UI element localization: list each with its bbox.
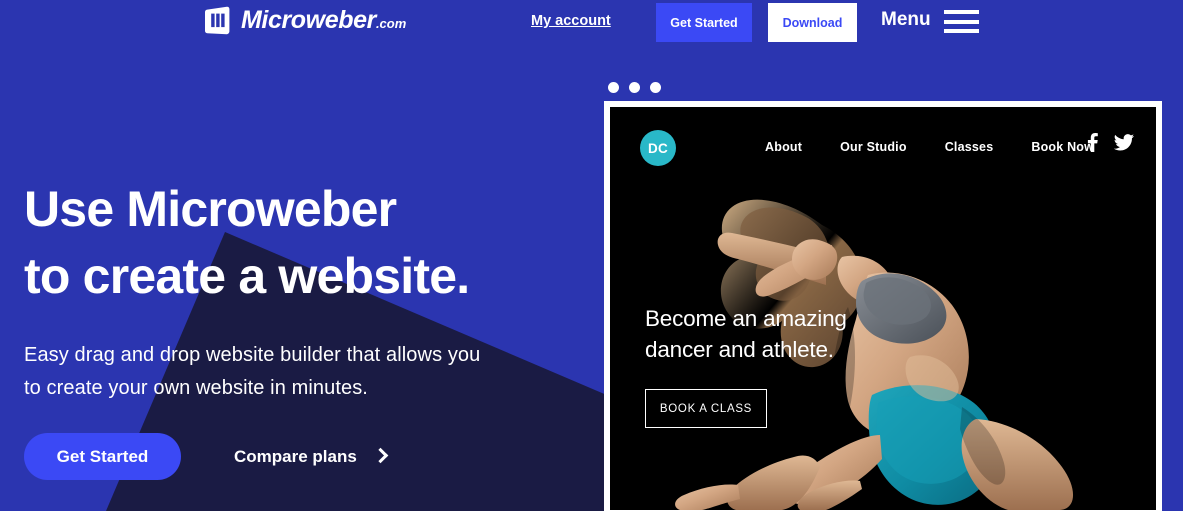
facebook-icon[interactable] [1087, 133, 1098, 152]
nav-download-button[interactable]: Download [768, 3, 857, 42]
hero-title-line-1: Use Microweber [24, 181, 397, 237]
preview-frame: DC About Our Studio Classes Book Now Bec… [604, 101, 1162, 511]
hamburger-bar [944, 10, 979, 14]
website-preview-panel: DC About Our Studio Classes Book Now Bec… [604, 82, 1162, 511]
preview-viewport: DC About Our Studio Classes Book Now Bec… [610, 107, 1156, 510]
preview-nav-item-classes[interactable]: Classes [945, 140, 994, 154]
nav-menu-label[interactable]: Menu [881, 9, 931, 31]
preview-social-links [1087, 133, 1134, 152]
hero-actions: Get Started Compare plans [24, 433, 599, 480]
hero-title-line-2: to create a website. [24, 247, 470, 304]
chevron-right-icon [372, 447, 389, 464]
preview-site-logo[interactable]: DC [640, 130, 676, 166]
hero-subtitle-line-2: to create your own website in minutes. [24, 377, 368, 399]
preview-hero-title-line-1: Become an amazing [645, 306, 847, 331]
preview-book-a-class-button[interactable]: BOOK A CLASS [645, 389, 767, 429]
hamburger-bar [944, 29, 979, 33]
top-navigation-bar: Microweber.com My account Get Started Do… [0, 0, 1183, 45]
hero-section: Use Microweber to create a website. Easy… [24, 176, 599, 480]
hero-subtitle: Easy drag and drop website builder that … [24, 339, 599, 405]
preview-hero-title: Become an amazing dancer and athlete. [645, 303, 847, 365]
preview-hero-title-line-2: dancer and athlete. [645, 337, 834, 363]
window-dot [650, 82, 661, 93]
window-dot [608, 82, 619, 93]
browser-window-dots [608, 82, 1162, 93]
preview-site-nav: About Our Studio Classes Book Now [765, 140, 1132, 154]
hamburger-bar [944, 19, 979, 24]
compare-plans-label: Compare plans [234, 446, 357, 466]
nav-get-started-button[interactable]: Get Started [656, 3, 752, 42]
hamburger-menu-icon[interactable] [944, 10, 979, 33]
preview-hero-content: Become an amazing dancer and athlete. BO… [645, 303, 847, 429]
preview-nav-item-about[interactable]: About [765, 140, 802, 154]
microweber-logo-text: Microweber.com [241, 8, 406, 33]
window-dot [629, 82, 640, 93]
nav-link-my-account[interactable]: My account [531, 13, 611, 29]
compare-plans-link[interactable]: Compare plans [234, 446, 389, 467]
logo-wordmark: Microweber [241, 6, 376, 34]
logo-domain-suffix: .com [375, 16, 407, 31]
preview-nav-item-book-now[interactable]: Book Now [1031, 140, 1094, 154]
page-title: Use Microweber to create a website. [24, 176, 599, 309]
hero-get-started-button[interactable]: Get Started [24, 433, 181, 480]
preview-nav-item-our-studio[interactable]: Our Studio [840, 140, 907, 154]
microweber-logo-icon [203, 6, 232, 35]
twitter-icon[interactable] [1114, 134, 1134, 151]
hero-subtitle-line-1: Easy drag and drop website builder that … [24, 344, 481, 366]
microweber-logo[interactable]: Microweber.com [203, 6, 406, 35]
